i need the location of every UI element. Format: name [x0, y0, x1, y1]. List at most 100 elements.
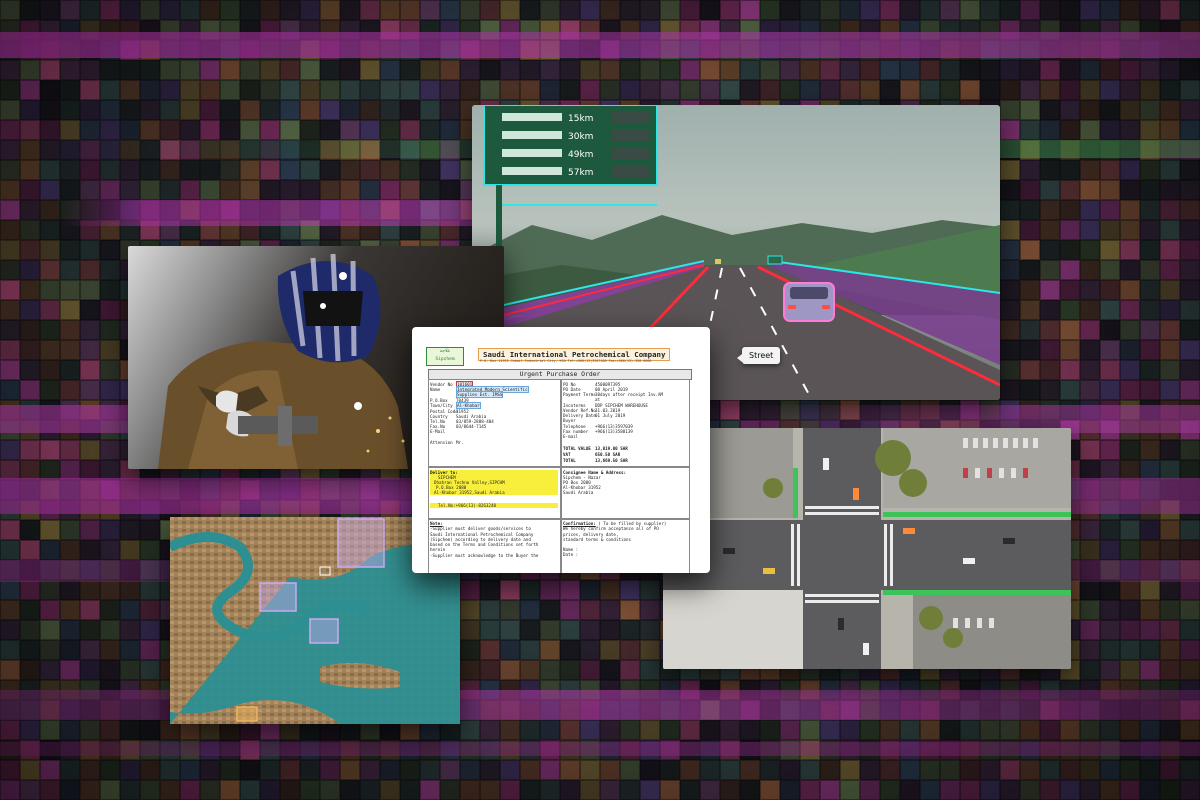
mosaic-tile: [760, 720, 780, 740]
mosaic-tile: [780, 720, 800, 740]
mosaic-tile: [1160, 160, 1180, 180]
deliver-to-tel: Tel.No:+966(13)-8263248: [430, 503, 558, 508]
mosaic-tile: [1000, 760, 1020, 780]
mosaic-tile: [200, 180, 220, 200]
mosaic-tile: [80, 560, 100, 580]
mosaic-tile: [1080, 160, 1100, 180]
label: E-Mail: [430, 429, 446, 434]
mosaic-tile: [1160, 60, 1180, 80]
mosaic-tile: [1080, 520, 1100, 540]
mosaic-tile: [540, 0, 560, 20]
mosaic-tile: [80, 220, 100, 240]
mosaic-tile: [20, 640, 40, 660]
mosaic-tile: [20, 580, 40, 600]
mosaic-tile: [200, 40, 220, 60]
mosaic-tile: [600, 20, 620, 40]
mosaic-tile: [1160, 480, 1180, 500]
mosaic-tile: [100, 780, 120, 800]
mosaic-tile: [220, 20, 240, 40]
mosaic-tile: [380, 0, 400, 20]
mosaic-tile: [1180, 300, 1200, 320]
mosaic-tile: [20, 660, 40, 680]
mosaic-tile: [720, 700, 740, 720]
mosaic-tile: [40, 700, 60, 720]
mosaic-tile: [540, 60, 560, 80]
mosaic-tile: [20, 680, 40, 700]
mosaic-tile: [60, 560, 80, 580]
mosaic-tile: [880, 700, 900, 720]
mosaic-tile: [0, 400, 20, 420]
mosaic-tile: [140, 720, 160, 740]
mosaic-tile: [1080, 640, 1100, 660]
mosaic-tile: [1100, 80, 1120, 100]
mosaic-tile: [580, 680, 600, 700]
mosaic-tile: [1020, 140, 1040, 160]
mosaic-tile: [460, 680, 480, 700]
mosaic-tile: [180, 760, 200, 780]
mosaic-tile: [880, 80, 900, 100]
mosaic-tile: [1120, 20, 1140, 40]
mosaic-tile: [1120, 100, 1140, 120]
mosaic-tile: [1100, 680, 1120, 700]
mosaic-tile: [440, 80, 460, 100]
mosaic-tile: [160, 100, 180, 120]
mosaic-tile: [120, 220, 140, 240]
mosaic-tile: [640, 740, 660, 760]
mosaic-tile: [220, 480, 240, 500]
mosaic-tile: [340, 160, 360, 180]
mosaic-tile: [0, 20, 20, 40]
mosaic-tile: [1100, 280, 1120, 300]
building-detection-box: [309, 618, 339, 644]
mosaic-tile: [1120, 240, 1140, 260]
mosaic-tile: [100, 560, 120, 580]
mosaic-tile: [380, 20, 400, 40]
mosaic-tile: [1020, 680, 1040, 700]
mosaic-tile: [1140, 500, 1160, 520]
mosaic-tile: [920, 680, 940, 700]
mosaic-tile: [560, 780, 580, 800]
mosaic-tile: [940, 400, 960, 420]
mosaic-tile: [120, 780, 140, 800]
mosaic-tile: [1060, 60, 1080, 80]
confirmation-heading: Confirmation:: [563, 521, 596, 526]
mosaic-tile: [760, 60, 780, 80]
mosaic-tile: [80, 740, 100, 760]
mosaic-tile: [60, 300, 80, 320]
mosaic-tile: [1060, 280, 1080, 300]
mosaic-tile: [1080, 480, 1100, 500]
mosaic-tile: [40, 720, 60, 740]
mosaic-tile: [160, 60, 180, 80]
mosaic-tile: [1160, 180, 1180, 200]
city-block: [663, 578, 803, 669]
mosaic-tile: [1000, 260, 1020, 280]
mosaic-tile: [380, 160, 400, 180]
mosaic-tile: [0, 40, 20, 60]
mosaic-tile: [60, 360, 80, 380]
mosaic-tile: [380, 780, 400, 800]
mosaic-tile: [500, 20, 520, 40]
mosaic-tile: [100, 240, 120, 260]
mosaic-tile: [240, 760, 260, 780]
mosaic-tile: [920, 0, 940, 20]
mosaic-tile: [440, 40, 460, 60]
mosaic-tile: [1120, 280, 1140, 300]
mosaic-tile: [40, 760, 60, 780]
mosaic-tile: [1120, 420, 1140, 440]
mosaic-tile: [140, 780, 160, 800]
mosaic-tile: [120, 40, 140, 60]
mosaic-tile: [1120, 660, 1140, 680]
mosaic-tile: [860, 680, 880, 700]
mosaic-tile: [120, 200, 140, 220]
mosaic-tile: [920, 760, 940, 780]
mosaic-tile: [1120, 380, 1140, 400]
value: 03/8644-7145: [456, 424, 487, 429]
mosaic-tile: [460, 40, 480, 60]
mosaic-tile: [40, 520, 60, 540]
mosaic-tile: [320, 40, 340, 60]
mosaic-tile: [20, 620, 40, 640]
mosaic-tile: [0, 420, 20, 440]
mosaic-tile: [1080, 740, 1100, 760]
mosaic-tile: [1160, 40, 1180, 60]
mosaic-tile: [1160, 140, 1180, 160]
mosaic-tile: [320, 780, 340, 800]
